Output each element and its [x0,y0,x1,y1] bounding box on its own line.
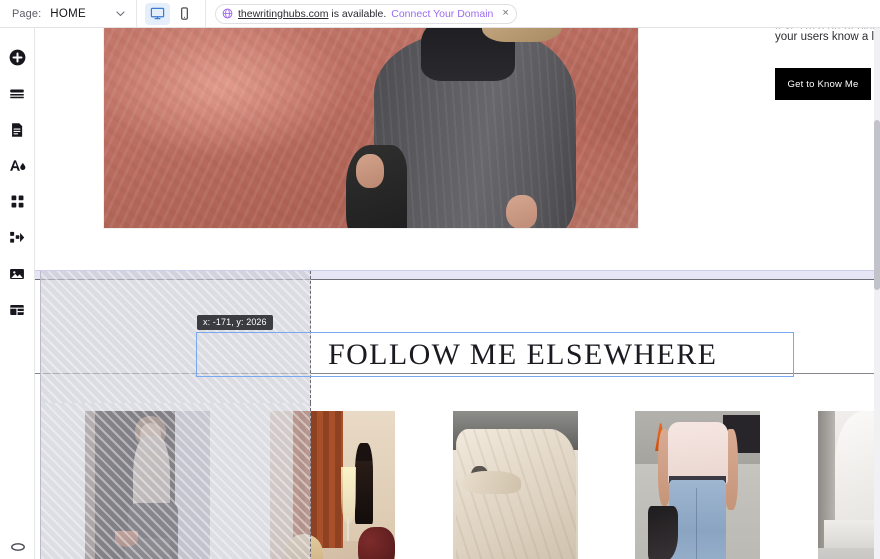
sidebar-item-pages[interactable] [0,114,35,150]
site-editor-window: Page: HOME thewritinghubs.com is availab… [0,0,880,559]
site-canvas[interactable]: text. I'm a great place for your users k… [35,28,880,559]
animation-icon [8,229,26,252]
drag-overlay-left-edge [40,271,41,559]
gallery-item[interactable] [453,411,578,559]
gallery-5-steps [818,548,880,559]
sidebar-item-design[interactable] [0,150,35,186]
sections-icon [8,85,26,108]
sidebar-item-add[interactable] [0,42,35,78]
design-theme-icon [8,156,27,180]
about-paragraph-visible: your users know a little [775,31,880,43]
editor-left-sidebar [0,28,35,559]
media-icon [8,265,26,288]
page-label: Page: [12,7,42,20]
hero-hair [482,28,563,43]
about-copy-column: text. I'm a great place for your users k… [775,28,880,100]
page-current-value: HOME [50,7,86,20]
mobile-phone-icon[interactable] [172,3,197,25]
canvas-scrollbar-track[interactable] [874,28,880,559]
gallery-2-grapes [357,527,395,559]
pages-icon [8,121,26,144]
gallery-3-trench-coat [455,428,576,559]
domain-availability-suffix: is available. [328,7,387,20]
chevron-down-icon[interactable] [115,8,126,19]
sidebar-item-media[interactable] [0,258,35,294]
apps-icon [9,193,26,215]
gallery-2-wine-bottle [355,442,373,524]
desktop-monitor-icon[interactable] [145,2,170,25]
editor-topbar: Page: HOME thewritinghubs.com is availab… [0,0,880,28]
globe-icon [222,8,233,19]
domain-name-text: thewritinghubs.com is available. [238,8,386,20]
get-to-know-me-button[interactable]: Get to Know Me [775,68,871,100]
gallery-4-handbag [647,506,678,559]
gallery-3-belt [463,470,521,494]
gallery-item[interactable] [635,411,760,559]
layout-icon [8,301,26,324]
sidebar-item-apps[interactable] [0,186,35,222]
gallery-image-4 [635,411,760,559]
add-icon [8,48,27,72]
coordinate-tooltip: x: -171, y: 2026 [197,315,273,330]
sidebar-item-animation[interactable] [0,222,35,258]
hero-hand-left [355,153,384,188]
hero-image-block[interactable] [104,28,638,228]
drag-hatch-overlay-lower [40,403,311,559]
hero-figure [346,28,595,228]
follow-me-heading[interactable]: FOLLOW ME ELSEWHERE [328,337,717,373]
domain-name[interactable]: thewritinghubs.com [238,8,328,20]
sidebar-item-sections[interactable] [0,78,35,114]
gallery-5-base [823,520,880,549]
toolbar-divider-2 [205,0,206,28]
hero-image [104,28,638,228]
connect-domain-link[interactable]: Connect Your Domain [391,8,493,20]
sidebar-item-settings[interactable] [0,533,35,559]
gallery-2-glass-stem [346,516,349,542]
gallery-image-5 [818,411,880,559]
gallery-image-3 [453,411,578,559]
viewport-toggle-group [137,0,205,28]
canvas-scrollbar-thumb[interactable] [874,120,880,290]
gallery-2-wine-glass [341,467,357,524]
close-icon[interactable]: × [502,8,508,19]
sidebar-item-layout[interactable] [0,294,35,330]
page-selector[interactable]: Page: HOME [0,0,136,28]
settings-icon [10,539,26,557]
gallery-item[interactable] [818,411,880,559]
domain-availability-notification: thewritinghubs.com is available. Connect… [215,3,517,24]
hero-hand-right [505,194,537,228]
